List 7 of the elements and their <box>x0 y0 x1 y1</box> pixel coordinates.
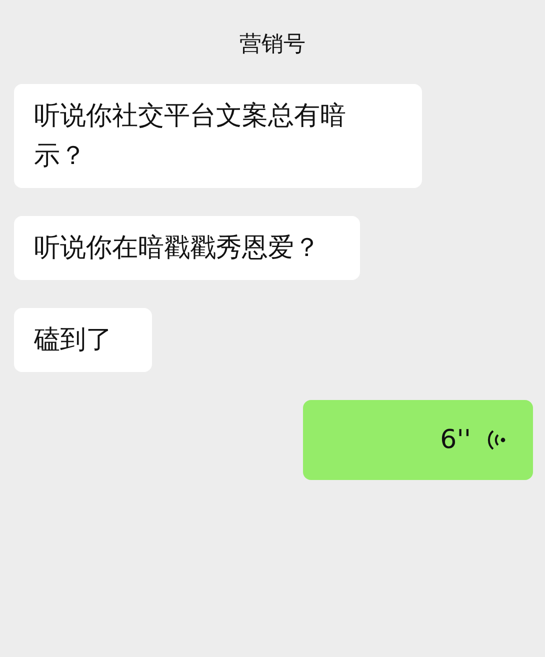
chat-title: 营销号 <box>238 31 306 59</box>
voice-icon <box>487 428 507 452</box>
message-bubble: 听说你在暗戳戳秀恩爱？ <box>14 216 360 280</box>
voice-duration: 6'' <box>440 424 471 457</box>
message-bubble: 听说你社交平台文案总有暗示？ <box>14 84 422 188</box>
voice-message[interactable]: 6'' <box>303 400 533 480</box>
message-bubble: 磕到了 <box>14 308 152 372</box>
